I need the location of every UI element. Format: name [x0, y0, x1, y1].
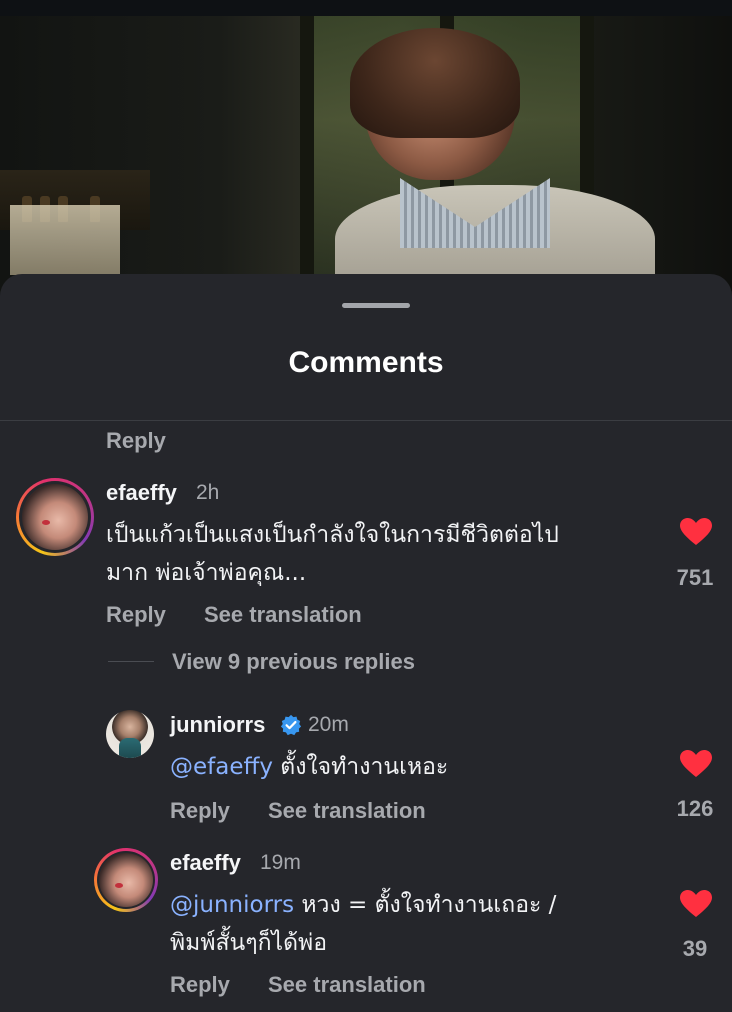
avatar-photo: [99, 853, 153, 907]
reply-text-body: ตั้งใจทำงานเหอะ: [272, 754, 449, 780]
heart-icon[interactable]: [680, 750, 712, 778]
replies-line: [108, 661, 154, 662]
reply-button[interactable]: Reply: [106, 428, 166, 454]
comment-text-line: เป็นแก้วเป็นแสงเป็นกำลังใจในการมีชีวิตต่…: [106, 522, 559, 548]
heart-icon[interactable]: [680, 518, 712, 546]
reply-username[interactable]: junniorrs: [170, 712, 265, 738]
mention-link[interactable]: @efaeffy: [170, 754, 273, 780]
comment-username[interactable]: efaeffy: [106, 480, 177, 506]
like-count: 39: [682, 936, 708, 961]
person-hair: [350, 28, 520, 138]
comment-text-line: มาก พ่อเจ้าพ่อคุณ...: [106, 560, 307, 586]
avatar-photo: [22, 484, 88, 550]
reply-username[interactable]: efaeffy: [170, 850, 241, 876]
mention-link[interactable]: @junniorrs: [170, 892, 294, 918]
header-divider: [0, 420, 732, 421]
reply-text-line: พิมพ์สั้นๆก็ได้พ่อ: [170, 930, 328, 956]
reply-text-body: หวง = ตั้งใจทำงานเถอะ /: [294, 892, 557, 918]
view-previous-replies-button[interactable]: View 9 previous replies: [172, 649, 415, 675]
avatar[interactable]: [106, 710, 154, 758]
see-translation-button[interactable]: See translation: [268, 798, 426, 824]
see-translation-button[interactable]: See translation: [204, 602, 362, 628]
window-frame: [300, 16, 314, 276]
heart-icon[interactable]: [680, 890, 712, 918]
background-lamp: [10, 205, 120, 275]
background-video-frame: [0, 0, 732, 300]
see-translation-button[interactable]: See translation: [268, 972, 426, 998]
like-count: 751: [676, 565, 714, 590]
reply-button[interactable]: Reply: [170, 798, 230, 824]
reply-text: @efaeffy ตั้งใจทำงานเหอะ: [170, 750, 448, 784]
status-bar: [0, 0, 732, 16]
comment-timestamp: 2h: [196, 481, 220, 504]
reply-timestamp: 19m: [260, 851, 301, 874]
verified-badge-icon: [280, 714, 302, 736]
like-count: 126: [676, 796, 714, 821]
reply-timestamp: 20m: [308, 713, 349, 736]
reply-button[interactable]: Reply: [170, 972, 230, 998]
avatar[interactable]: [16, 478, 94, 556]
avatar[interactable]: [94, 848, 158, 912]
sheet-drag-handle[interactable]: [342, 303, 410, 308]
sheet-title: Comments: [288, 346, 444, 379]
comments-sheet: Comments Reply efaeffy 2h เป็นแก้วเป็นแส…: [0, 274, 732, 1012]
reply-button[interactable]: Reply: [106, 602, 166, 628]
reply-text-line: @junniorrs หวง = ตั้งใจทำงานเถอะ /: [170, 888, 556, 922]
